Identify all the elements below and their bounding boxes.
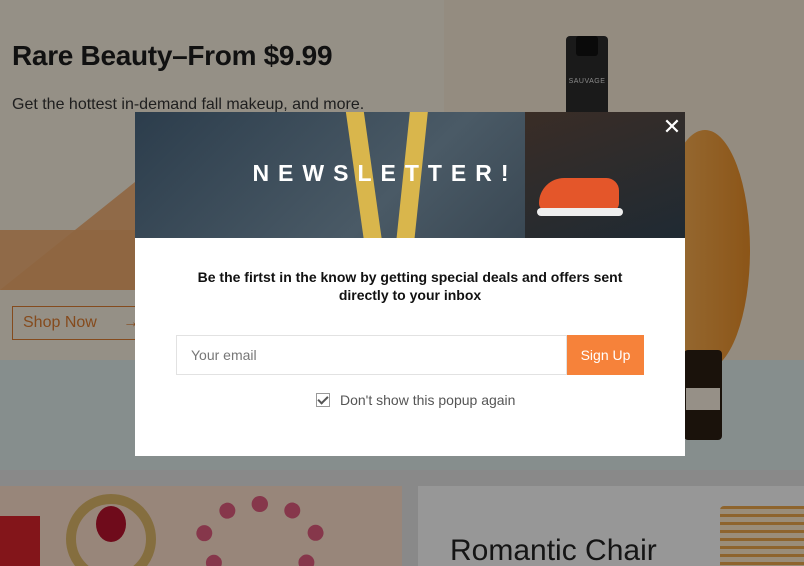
newsletter-title: NEWSLETTER! bbox=[252, 160, 518, 186]
newsletter-banner: NEWSLETTER! ✕ bbox=[135, 112, 685, 238]
sign-up-button[interactable]: Sign Up bbox=[567, 335, 644, 375]
newsletter-description: Be the firtst in the know by getting spe… bbox=[197, 269, 623, 303]
email-input[interactable] bbox=[176, 335, 567, 375]
close-icon[interactable]: ✕ bbox=[659, 114, 685, 140]
dont-show-label: Don't show this popup again bbox=[340, 392, 516, 408]
checkbox-checked-icon[interactable] bbox=[316, 393, 330, 407]
dont-show-checkbox-row[interactable]: Don't show this popup again bbox=[316, 392, 515, 408]
newsletter-modal: NEWSLETTER! ✕ Be the firtst in the know … bbox=[135, 112, 685, 456]
sneaker-sole bbox=[537, 208, 623, 216]
